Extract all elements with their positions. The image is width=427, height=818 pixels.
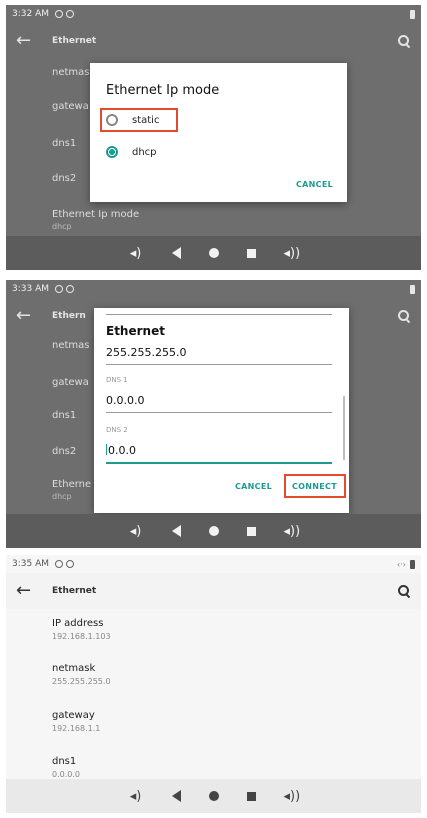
- list-item-ip-mode-value: dhcp: [52, 222, 72, 231]
- list-item-dns1[interactable]: dns1: [52, 410, 76, 421]
- detail-dns1[interactable]: dns1 0.0.0.0: [52, 756, 80, 779]
- list-item-ip-mode[interactable]: Ethernet Ip mode dhcp: [52, 209, 139, 231]
- circle-home-icon[interactable]: [208, 526, 219, 536]
- sync-icon: [55, 285, 63, 293]
- detail-gateway[interactable]: gateway 192.168.1.1: [52, 710, 100, 733]
- dns2-field[interactable]: 0.0.0: [106, 444, 136, 457]
- status-time: 3:33 AM: [12, 284, 49, 294]
- sync-icon: [66, 10, 74, 18]
- app-toolbar: ← Ethernet: [6, 573, 421, 609]
- sync-icon: [55, 560, 63, 568]
- field-underline: [106, 314, 332, 315]
- status-time: 3:32 AM: [12, 9, 49, 19]
- list-item-netmask[interactable]: netmas: [52, 340, 90, 351]
- radio-checked-icon[interactable]: [106, 146, 118, 158]
- nav-bar: ◂) ◂)): [6, 236, 421, 270]
- dns2-label: DNS 2: [106, 426, 128, 434]
- status-time: 3:35 AM: [12, 559, 49, 569]
- field-underline-active: [106, 462, 332, 464]
- list-item-gateway[interactable]: gatewa: [52, 101, 89, 112]
- screenshot-ethernet-details: 3:35 AM ‹·› ← Ethernet IP address 192.16…: [6, 555, 421, 813]
- back-arrow-icon[interactable]: ←: [16, 582, 46, 600]
- screenshot-dns-dialog: 3:33 AM ← Ethern netmas gatewa dns1 dns2…: [6, 280, 421, 548]
- radio-unchecked-icon[interactable]: [106, 114, 118, 126]
- back-arrow-icon[interactable]: ←: [16, 32, 46, 50]
- field-underline: [106, 412, 332, 413]
- search-icon[interactable]: [397, 584, 411, 598]
- search-icon[interactable]: [397, 34, 411, 48]
- nav-bar: ◂) ◂)): [6, 514, 421, 548]
- volume-up-icon[interactable]: ◂)): [284, 525, 301, 538]
- ethernet-icon: ‹·›: [397, 559, 406, 569]
- volume-down-icon[interactable]: ◂): [128, 247, 144, 260]
- connect-button[interactable]: CONNECT: [292, 482, 337, 491]
- triangle-back-icon[interactable]: [171, 525, 181, 537]
- battery-icon: [410, 9, 415, 19]
- triangle-back-icon[interactable]: [171, 247, 181, 259]
- sync-icon: [66, 285, 74, 293]
- page-title: Ethern: [52, 311, 86, 321]
- square-recents-icon[interactable]: [246, 791, 256, 801]
- screenshot-ip-mode-dialog: 3:32 AM ← Ethernet netmas gatewa dns1 dn…: [6, 5, 421, 270]
- list-item-netmask[interactable]: netmas: [52, 67, 90, 78]
- sync-icon: [55, 10, 63, 18]
- page-title: Ethernet: [52, 586, 97, 596]
- cancel-button[interactable]: CANCEL: [235, 482, 272, 491]
- square-recents-icon[interactable]: [246, 248, 256, 258]
- back-arrow-icon[interactable]: ←: [16, 307, 46, 325]
- option-dhcp[interactable]: dhcp: [106, 141, 157, 163]
- battery-icon: [410, 284, 415, 294]
- volume-down-icon[interactable]: ◂): [128, 525, 144, 538]
- detail-netmask[interactable]: netmask 255.255.255.0: [52, 663, 111, 686]
- sync-icon: [66, 560, 74, 568]
- detail-ip-address[interactable]: IP address 192.168.1.103: [52, 618, 111, 641]
- square-recents-icon[interactable]: [246, 526, 256, 536]
- ip-mode-dialog: Ethernet Ip mode static dhcp CANCEL: [90, 63, 347, 202]
- page-title: Ethernet: [52, 36, 97, 46]
- circle-home-icon[interactable]: [208, 791, 219, 801]
- field-underline: [106, 364, 332, 365]
- battery-icon: [410, 559, 415, 569]
- nav-bar: ◂) ◂)): [6, 779, 421, 813]
- option-static[interactable]: static: [106, 109, 159, 131]
- circle-home-icon[interactable]: [208, 248, 219, 258]
- list-item-ip-mode-value: dhcp: [52, 492, 72, 501]
- dialog-title: Ethernet Ip mode: [106, 83, 220, 98]
- volume-down-icon[interactable]: ◂): [128, 790, 144, 803]
- list-item-dns2[interactable]: dns2: [52, 446, 76, 457]
- list-item-gateway[interactable]: gatewa: [52, 377, 89, 388]
- volume-up-icon[interactable]: ◂)): [284, 790, 301, 803]
- status-bar: 3:33 AM: [6, 280, 421, 298]
- status-bar: 3:35 AM ‹·›: [6, 555, 421, 573]
- volume-up-icon[interactable]: ◂)): [284, 247, 301, 260]
- text-cursor: [106, 444, 107, 455]
- status-bar: 3:32 AM: [6, 5, 421, 23]
- scrollbar[interactable]: [343, 396, 345, 460]
- cancel-button[interactable]: CANCEL: [296, 180, 333, 189]
- list-item-dns1[interactable]: dns1: [52, 138, 76, 149]
- static-ip-dialog: Ethernet 255.255.255.0 DNS 1 0.0.0.0 DNS…: [94, 308, 349, 513]
- list-item-dns2[interactable]: dns2: [52, 173, 76, 184]
- app-toolbar: ← Ethernet: [6, 23, 421, 59]
- dns1-label: DNS 1: [106, 376, 128, 384]
- list-item-ip-mode[interactable]: Etherne dhcp: [52, 479, 91, 501]
- netmask-field[interactable]: 255.255.255.0: [106, 346, 186, 359]
- triangle-back-icon[interactable]: [171, 790, 181, 802]
- search-icon[interactable]: [397, 309, 411, 323]
- dialog-title: Ethernet: [106, 324, 165, 338]
- dns1-field[interactable]: 0.0.0.0: [106, 394, 144, 407]
